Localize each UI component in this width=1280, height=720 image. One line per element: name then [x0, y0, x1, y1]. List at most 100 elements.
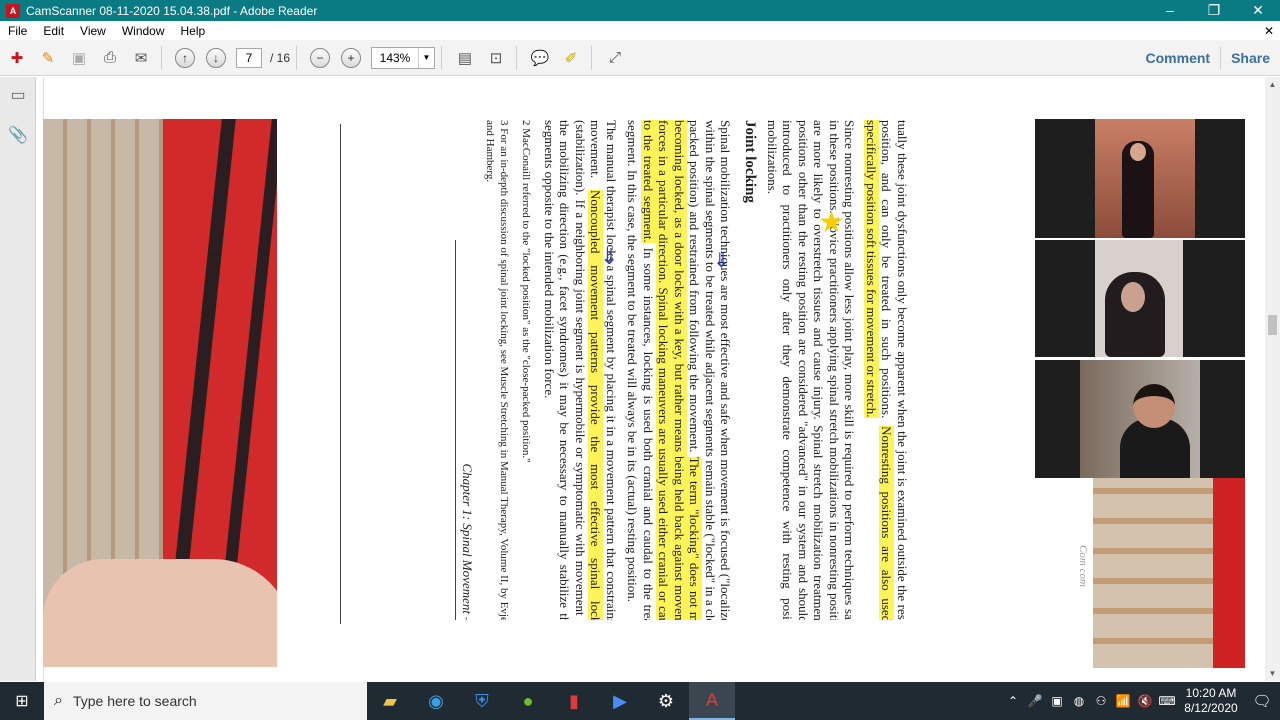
page-total: / 16 — [270, 50, 291, 65]
navigation-panel: ▭ 📎 — [0, 77, 36, 681]
highlight-icon[interactable]: ✐ — [557, 45, 585, 71]
search-icon: ⌕ — [54, 692, 63, 709]
security-shield-icon[interactable]: ⛨ — [459, 682, 505, 720]
paragraph-3: The manual therapist locks a spinal segm… — [542, 120, 619, 620]
toolbar-separator — [296, 45, 298, 70]
hand-image — [43, 559, 277, 667]
chevron-down-icon[interactable]: ▼ — [418, 47, 434, 68]
maximize-button[interactable]: ❐ — [1192, 0, 1236, 21]
scroll-down-icon[interactable]: ▼ — [1265, 666, 1280, 681]
chevron-up-icon[interactable]: ⌃ — [1002, 694, 1024, 708]
menu-edit[interactable]: Edit — [35, 24, 72, 38]
previous-page-button[interactable]: ↑ — [171, 45, 199, 71]
next-page-button[interactable]: ↓ — [202, 45, 230, 71]
page-thumbnails-icon[interactable]: ▭ — [8, 85, 28, 107]
footnote-2: 2 MacConaill referred to the "locked pos… — [520, 120, 533, 463]
windows-start-icon[interactable]: ⊞ — [0, 682, 44, 720]
keyboard-icon[interactable]: ⌨ — [1156, 694, 1178, 708]
menu-view[interactable]: View — [72, 24, 114, 38]
paragraph-1: Since nonresting positions allow less jo… — [765, 120, 858, 620]
title-bar: A CamScanner 08-11-2020 15.04.38.pdf - A… — [0, 0, 1280, 21]
minus-icon: − — [310, 47, 331, 68]
edge-icon[interactable]: ◉ — [413, 682, 459, 720]
comment-button[interactable]: Comment — [1136, 50, 1221, 66]
section-heading: Joint locking — [742, 120, 759, 203]
arrow-down-icon: ↓ — [206, 47, 226, 68]
close-document-button[interactable]: ✕ — [1264, 24, 1274, 38]
settings-gear-icon[interactable]: ⚙ — [643, 682, 689, 720]
page-content: tually these joint dysfunctions only bec… — [460, 120, 910, 620]
network-app-icon[interactable]: ◍ — [1068, 694, 1090, 708]
torrent-icon[interactable]: ● — [505, 682, 551, 720]
adobe-reader-icon: A — [6, 3, 20, 18]
fit-page-icon[interactable]: ▤ — [451, 45, 479, 71]
window-title: CamScanner 08-11-2020 15.04.38.pdf - Ado… — [26, 3, 318, 18]
toolbar-separator — [161, 45, 162, 70]
scroll-up-icon[interactable]: ▲ — [1265, 77, 1280, 92]
scroll-thumb[interactable] — [1268, 315, 1277, 335]
zoom-value: 143% — [379, 50, 411, 65]
menu-window[interactable]: Window — [114, 24, 173, 38]
menu-help[interactable]: Help — [173, 24, 214, 38]
vertical-scrollbar[interactable]: ▲ ▼ — [1265, 77, 1280, 681]
print-icon[interactable]: ⎙ — [96, 45, 124, 71]
arrow-annotation-icon: ⇓ — [713, 250, 730, 272]
video-tile-participant-1[interactable] — [1035, 119, 1245, 238]
toolbar-separator — [591, 45, 593, 70]
zoom-out-button[interactable]: − — [306, 45, 334, 71]
notifications-icon[interactable]: 🗨 — [1244, 692, 1280, 710]
close-button[interactable]: ✕ — [1236, 0, 1280, 21]
email-icon[interactable]: ✉ — [127, 45, 155, 71]
zoom-select[interactable]: 143% ▼ — [371, 46, 436, 69]
edit-icon[interactable]: ✎ — [34, 45, 62, 71]
participant-face — [1130, 143, 1146, 161]
adobe-reader-taskbar-icon[interactable]: A — [689, 682, 735, 720]
microphone-icon[interactable]: 🎤 — [1024, 694, 1046, 708]
taskbar-search[interactable]: ⌕ Type here to search — [44, 682, 367, 720]
paragraph-lead: tually these joint dysfunctions only bec… — [864, 120, 910, 620]
handwritten-note: Com com — [1076, 545, 1089, 587]
zoom-meeting-icon[interactable]: ▶ — [597, 682, 643, 720]
video-tile-participant-2[interactable] — [1035, 240, 1245, 357]
create-pdf-icon[interactable]: ✚ — [3, 45, 31, 71]
search-placeholder: Type here to search — [72, 693, 197, 709]
volume-muted-icon[interactable]: 🔇 — [1134, 694, 1156, 708]
expand-icon[interactable]: ⤢ — [601, 45, 629, 71]
participant-face — [1133, 384, 1175, 428]
minimize-button[interactable]: – — [1148, 0, 1192, 21]
page-number-input[interactable]: 7 — [236, 47, 262, 68]
people-icon[interactable]: ⚇ — [1090, 694, 1112, 708]
toolbar: ✚ ✎ ▣ ⎙ ✉ ↑ ↓ 7 / 16 − + 143% ▼ ▤ ⊡ 💬 ✐ … — [0, 40, 1280, 76]
star-annotation-icon: ★ — [818, 206, 845, 239]
zoom-in-button[interactable]: + — [337, 45, 365, 71]
sticky-note-icon[interactable]: 💬 — [526, 45, 554, 71]
arrow-up-icon: ↑ — [175, 47, 195, 68]
share-button[interactable]: Share — [1221, 50, 1280, 66]
scanned-fabric-image-right — [1093, 478, 1245, 668]
scanned-fabric-image — [43, 119, 277, 667]
chapter-footer: Chapter 1: Spinal Movement – 23 — [460, 463, 476, 620]
menu-file[interactable]: File — [0, 24, 35, 38]
plus-icon: + — [341, 47, 362, 68]
taskbar: ⊞ ⌕ Type here to search ▰ ◉ ⛨ ● ▮ ▶ ⚙ A … — [0, 682, 1280, 720]
toolbar-separator — [516, 45, 518, 70]
file-explorer-icon[interactable]: ▰ — [367, 682, 413, 720]
clock[interactable]: 10:20 AM 8/12/2020 — [1178, 686, 1244, 716]
participant-face — [1121, 282, 1145, 312]
text-run: (stabilization). If a neighboring joint … — [542, 120, 588, 620]
video-tile-participant-3[interactable] — [1035, 360, 1245, 478]
footnote-3: 3 For an in-depth discussion of spinal j… — [484, 120, 511, 620]
attachment-icon[interactable]: 📎 — [8, 125, 28, 147]
clock-date: 8/12/2020 — [1184, 701, 1238, 715]
fit-width-icon[interactable]: ⊡ — [482, 45, 510, 71]
clock-time: 10:20 AM — [1185, 686, 1237, 700]
toolbar-separator — [441, 45, 443, 70]
paragraph-2: Spinal mobilization techniques are most … — [625, 120, 734, 620]
wifi-icon[interactable]: 📶 — [1112, 694, 1134, 708]
rotated-page-text: tually these joint dysfunctions only bec… — [300, 120, 1020, 620]
pdf-tool-icon[interactable]: ▮ — [551, 682, 597, 720]
toolbar-right: Comment Share — [1136, 46, 1280, 69]
save-icon[interactable]: ▣ — [65, 45, 93, 71]
camera-icon[interactable]: ▣ — [1046, 694, 1068, 708]
fabric-stripe — [1213, 478, 1245, 668]
